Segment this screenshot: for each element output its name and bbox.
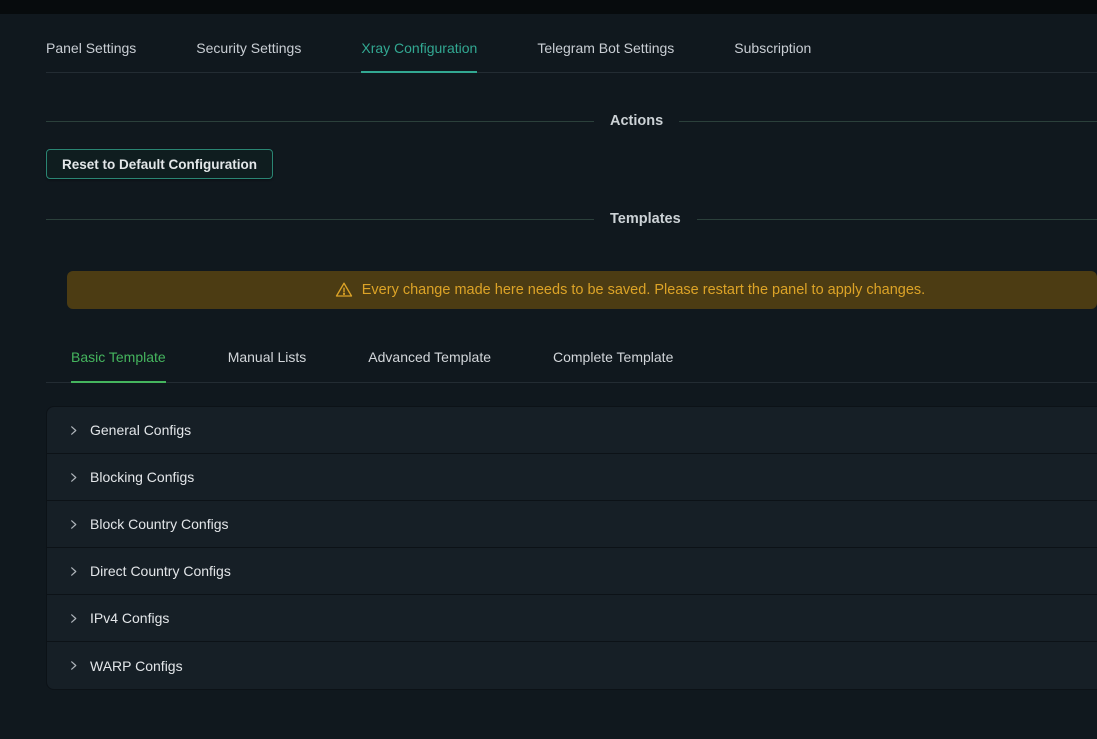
divider-line xyxy=(697,219,1097,220)
collapse-block-country-configs[interactable]: Block Country Configs xyxy=(47,501,1097,548)
tab-security-settings[interactable]: Security Settings xyxy=(196,38,301,72)
tab-panel-settings[interactable]: Panel Settings xyxy=(46,38,136,72)
main-tab-bar: Panel Settings Security Settings Xray Co… xyxy=(46,38,1097,73)
collapse-item-label: Direct Country Configs xyxy=(90,563,231,579)
collapse-blocking-configs[interactable]: Blocking Configs xyxy=(47,454,1097,501)
collapse-item-label: IPv4 Configs xyxy=(90,610,169,626)
subtab-basic-template[interactable]: Basic Template xyxy=(71,349,166,383)
tab-xray-configuration[interactable]: Xray Configuration xyxy=(361,38,477,73)
tab-subscription[interactable]: Subscription xyxy=(734,38,811,72)
chevron-right-icon xyxy=(68,472,79,483)
chevron-right-icon xyxy=(68,566,79,577)
chevron-right-icon xyxy=(68,425,79,436)
subtab-manual-lists[interactable]: Manual Lists xyxy=(228,349,307,382)
reset-to-default-config-button[interactable]: Reset to Default Configuration xyxy=(46,149,273,179)
collapse-item-label: Block Country Configs xyxy=(90,516,229,532)
subtab-complete-template[interactable]: Complete Template xyxy=(553,349,673,382)
collapse-item-label: General Configs xyxy=(90,422,191,438)
collapse-direct-country-configs[interactable]: Direct Country Configs xyxy=(47,548,1097,595)
templates-divider-label: Templates xyxy=(610,211,681,227)
actions-divider-label: Actions xyxy=(610,113,663,129)
warning-text: Every change made here needs to be saved… xyxy=(362,282,925,298)
chevron-right-icon xyxy=(68,613,79,624)
collapse-warp-configs[interactable]: WARP Configs xyxy=(47,642,1097,689)
divider-line xyxy=(46,219,594,220)
chevron-right-icon xyxy=(68,660,79,671)
subtab-advanced-template[interactable]: Advanced Template xyxy=(368,349,491,382)
collapse-item-label: Blocking Configs xyxy=(90,469,194,485)
template-tab-bar: Basic Template Manual Lists Advanced Tem… xyxy=(46,349,1097,383)
collapse-ipv4-configs[interactable]: IPv4 Configs xyxy=(47,595,1097,642)
chevron-right-icon xyxy=(68,519,79,530)
templates-divider: Templates xyxy=(46,211,1097,227)
divider-line xyxy=(679,121,1097,122)
warning-triangle-icon xyxy=(335,281,353,299)
config-collapse-list: General Configs Blocking Configs Block C… xyxy=(46,406,1097,690)
divider-line xyxy=(46,121,594,122)
collapse-item-label: WARP Configs xyxy=(90,658,183,674)
tab-telegram-bot-settings[interactable]: Telegram Bot Settings xyxy=(537,38,674,72)
top-bar xyxy=(0,0,1097,14)
warning-banner: Every change made here needs to be saved… xyxy=(67,271,1097,309)
collapse-general-configs[interactable]: General Configs xyxy=(47,407,1097,454)
actions-divider: Actions xyxy=(46,113,1097,129)
